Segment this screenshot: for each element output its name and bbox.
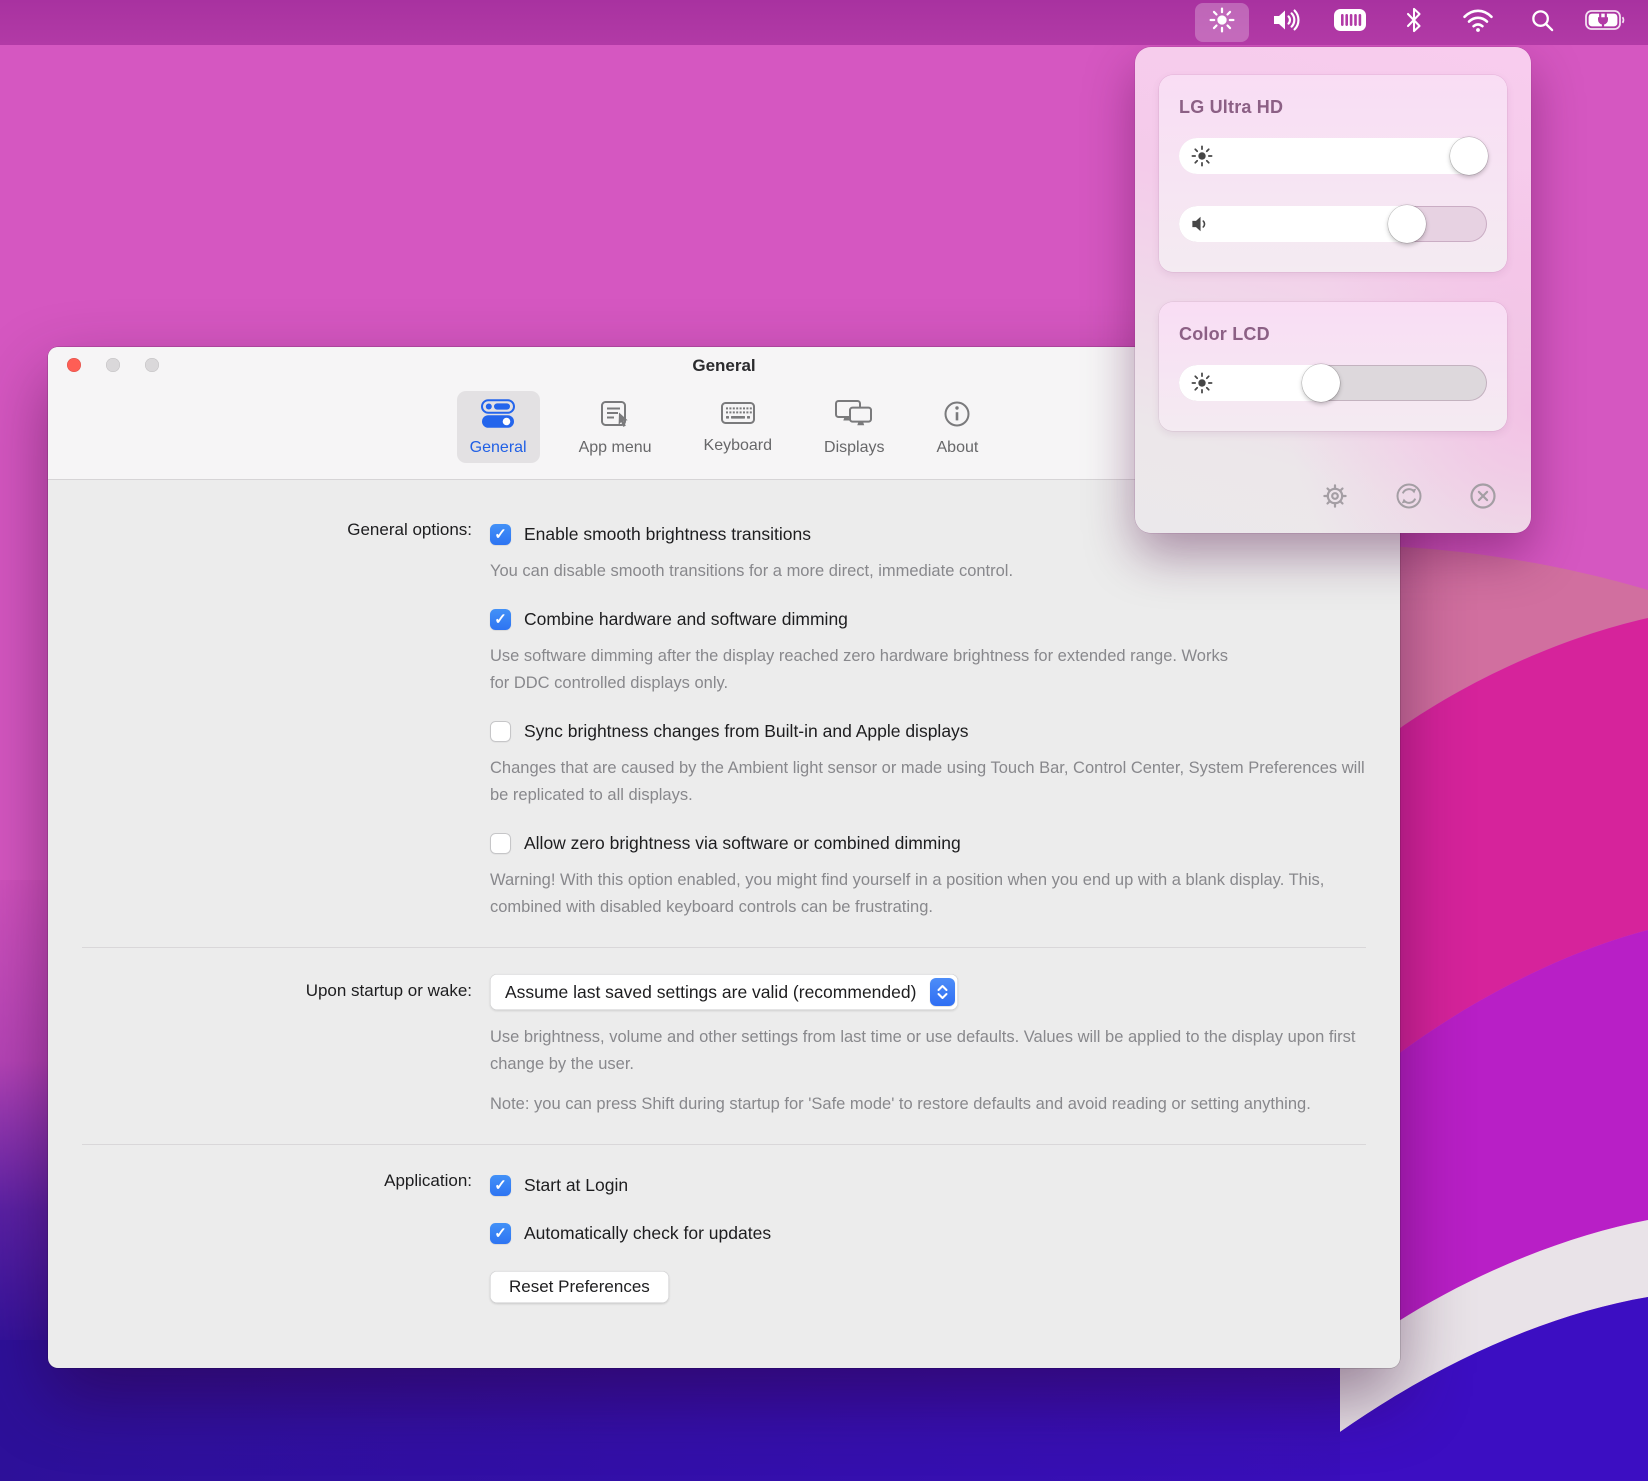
tab-app-menu[interactable]: App menu bbox=[566, 391, 665, 463]
menubar-bluetooth-item[interactable] bbox=[1382, 0, 1446, 45]
info-icon bbox=[942, 399, 972, 434]
gear-icon[interactable] bbox=[1319, 480, 1351, 517]
wifi-icon bbox=[1462, 8, 1494, 38]
tab-label: About bbox=[937, 439, 979, 457]
app-menu-icon bbox=[599, 399, 631, 434]
checkbox[interactable] bbox=[490, 1223, 511, 1244]
brightness-slider[interactable] bbox=[1179, 138, 1487, 174]
help-text: You can disable smooth transitions for a… bbox=[490, 558, 1210, 585]
slider-knob[interactable] bbox=[1302, 364, 1340, 402]
tab-displays[interactable]: Displays bbox=[811, 391, 897, 463]
tab-label: Displays bbox=[824, 439, 884, 457]
tab-label: Keyboard bbox=[704, 437, 773, 455]
slider-knob[interactable] bbox=[1388, 205, 1426, 243]
brightness-icon bbox=[1190, 144, 1214, 168]
section-divider bbox=[82, 947, 1366, 948]
menu-bar bbox=[0, 0, 1648, 45]
menubar-volume-item[interactable] bbox=[1254, 0, 1318, 45]
checkbox-start-at-login[interactable]: Start at Login bbox=[490, 1171, 771, 1199]
window-title: General bbox=[692, 356, 755, 376]
menubar-brightness-item[interactable] bbox=[1190, 0, 1254, 45]
menubar-spotlight-item[interactable] bbox=[1510, 0, 1574, 45]
menubar-battery-item[interactable] bbox=[1574, 0, 1638, 45]
toggles-icon bbox=[480, 399, 516, 434]
brightness-icon bbox=[1190, 371, 1214, 395]
note-text: Note: you can press Shift during startup… bbox=[490, 1091, 1340, 1118]
minimize-window-button[interactable] bbox=[106, 358, 120, 372]
display-card-lg: LG Ultra HD bbox=[1159, 75, 1507, 272]
application-label: Application: bbox=[48, 1171, 472, 1303]
menubar-keyboard-brightness-item[interactable] bbox=[1318, 0, 1382, 45]
search-icon bbox=[1530, 8, 1555, 38]
startup-row: Upon startup or wake: Assume last saved … bbox=[48, 974, 1400, 1118]
section-divider bbox=[82, 1144, 1366, 1145]
checkbox-zero-brightness[interactable]: Allow zero brightness via software or co… bbox=[490, 829, 1380, 857]
startup-select-value: Assume last saved settings are valid (re… bbox=[505, 982, 916, 1003]
volume-icon bbox=[1190, 214, 1212, 234]
tab-label: App menu bbox=[579, 439, 652, 457]
refresh-icon[interactable] bbox=[1393, 480, 1425, 517]
startup-label: Upon startup or wake: bbox=[48, 974, 472, 1118]
help-text: Use brightness, volume and other setting… bbox=[490, 1024, 1360, 1078]
traffic-lights bbox=[67, 358, 159, 372]
display-control-popover: LG Ultra HD bbox=[1135, 47, 1531, 533]
keyboard-icon bbox=[720, 399, 756, 432]
slider-knob[interactable] bbox=[1450, 137, 1488, 175]
display-name: Color LCD bbox=[1179, 324, 1487, 345]
displays-icon bbox=[834, 399, 874, 434]
reset-preferences-button[interactable]: Reset Preferences bbox=[490, 1271, 669, 1303]
display-name: LG Ultra HD bbox=[1179, 97, 1487, 118]
zoom-window-button[interactable] bbox=[145, 358, 159, 372]
select-stepper-icon bbox=[930, 978, 955, 1006]
close-icon[interactable] bbox=[1467, 480, 1499, 517]
close-window-button[interactable] bbox=[67, 358, 81, 372]
checkbox[interactable] bbox=[490, 524, 511, 545]
general-options-label: General options: bbox=[48, 520, 472, 921]
checkbox[interactable] bbox=[490, 721, 511, 742]
tab-general[interactable]: General bbox=[457, 391, 540, 463]
menubar-wifi-item[interactable] bbox=[1446, 0, 1510, 45]
tab-about[interactable]: About bbox=[924, 391, 992, 463]
tab-label: General bbox=[470, 439, 527, 457]
brightness-icon bbox=[1208, 6, 1236, 39]
checkbox-combine-dimming[interactable]: Combine hardware and software dimming bbox=[490, 605, 1380, 633]
general-options-row: General options: Enable smooth brightnes… bbox=[48, 520, 1400, 921]
help-text: Use software dimming after the display r… bbox=[490, 643, 1230, 697]
desktop: General General bbox=[0, 0, 1648, 1481]
help-text: Changes that are caused by the Ambient l… bbox=[490, 755, 1370, 809]
checkbox-auto-updates[interactable]: Automatically check for updates bbox=[490, 1219, 771, 1247]
keyboard-brightness-icon bbox=[1333, 8, 1367, 37]
settings-content: General options: Enable smooth brightnes… bbox=[48, 480, 1400, 1303]
battery-charging-icon bbox=[1585, 8, 1627, 37]
slider-fill bbox=[1179, 138, 1487, 174]
application-row: Application: Start at Login Automaticall… bbox=[48, 1171, 1400, 1303]
popover-footer bbox=[1319, 480, 1499, 517]
checkbox[interactable] bbox=[490, 609, 511, 630]
volume-slider[interactable] bbox=[1179, 206, 1487, 242]
help-text: Warning! With this option enabled, you m… bbox=[490, 867, 1380, 921]
brightness-slider[interactable] bbox=[1179, 365, 1487, 401]
checkbox-sync-brightness[interactable]: Sync brightness changes from Built-in an… bbox=[490, 717, 1380, 745]
tab-keyboard[interactable]: Keyboard bbox=[691, 391, 786, 461]
display-card-colorlcd: Color LCD bbox=[1159, 302, 1507, 431]
checkbox[interactable] bbox=[490, 833, 511, 854]
checkbox[interactable] bbox=[490, 1175, 511, 1196]
slider-fill bbox=[1179, 206, 1425, 242]
startup-select[interactable]: Assume last saved settings are valid (re… bbox=[490, 974, 958, 1010]
volume-icon bbox=[1271, 7, 1301, 38]
bluetooth-icon bbox=[1402, 6, 1426, 39]
